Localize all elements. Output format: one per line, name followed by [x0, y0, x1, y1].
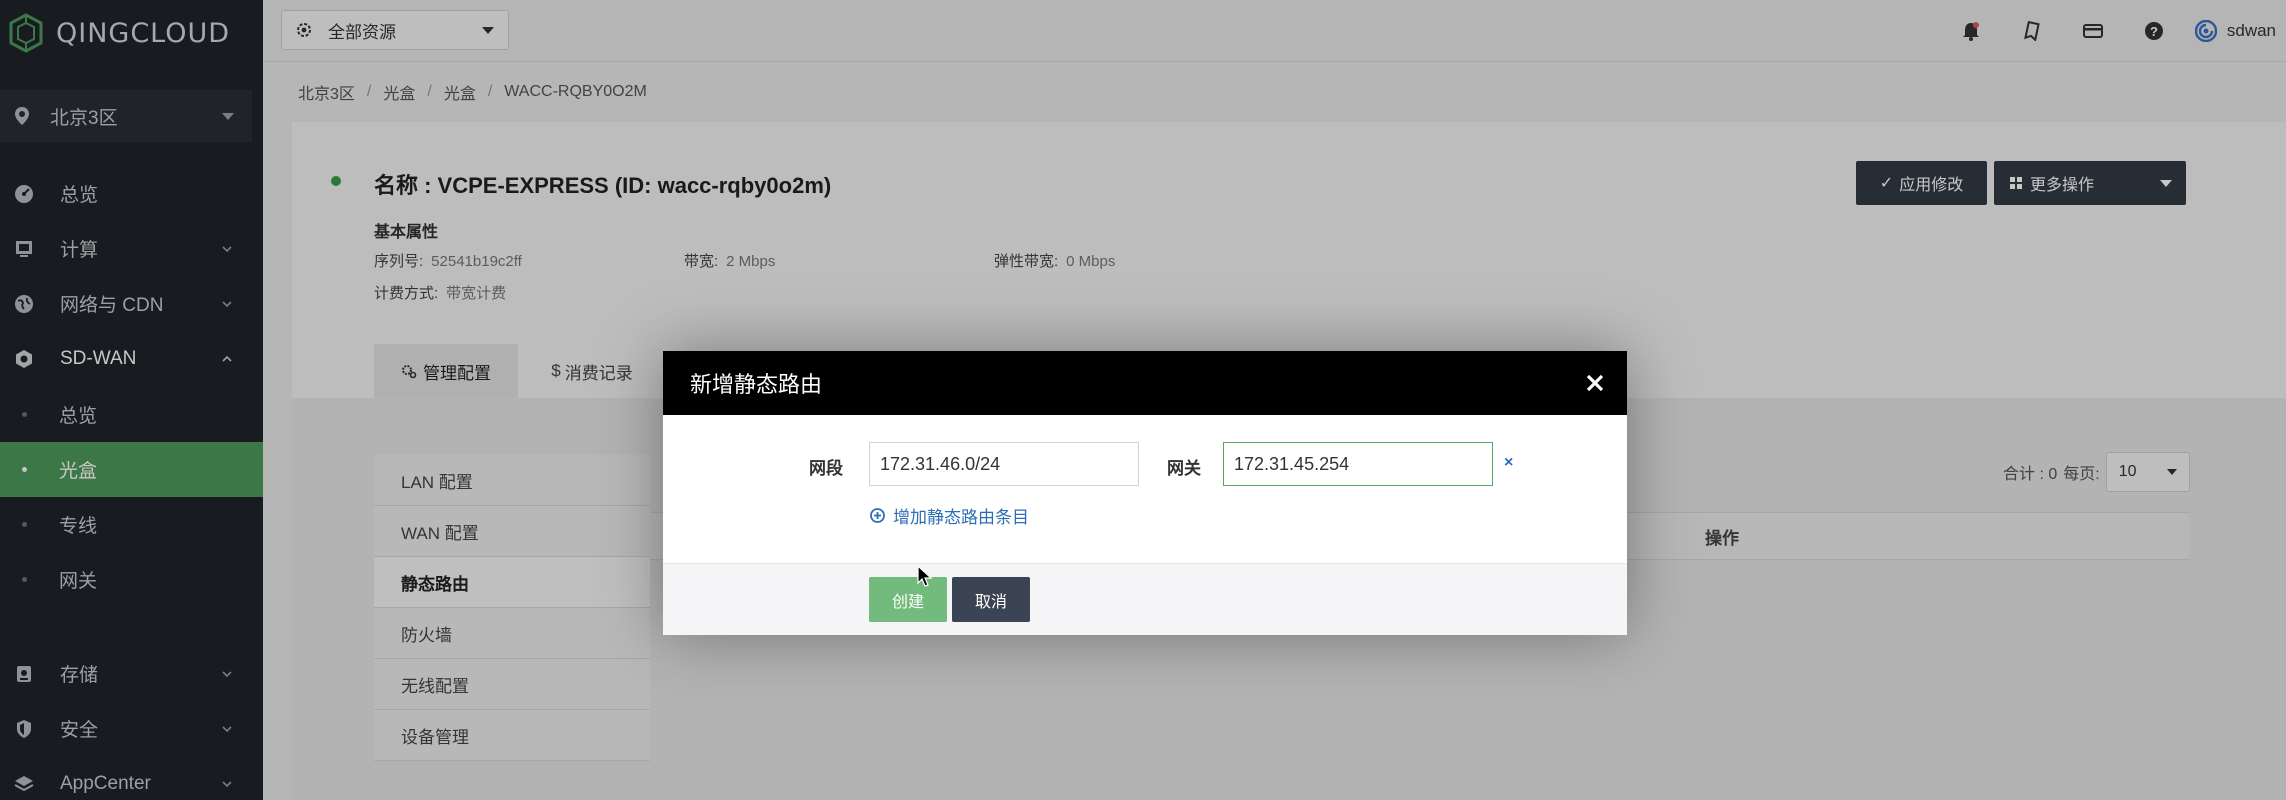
cancel-button[interactable]: 取消 — [952, 577, 1030, 622]
segment-label: 网段 — [809, 459, 843, 478]
dialog-title: 新增静态路由 — [690, 372, 823, 397]
dialog-footer — [663, 563, 1627, 635]
create-button[interactable]: 创建 — [869, 577, 947, 622]
close-icon — [1586, 374, 1604, 392]
gateway-label: 网关 — [1167, 459, 1201, 478]
mouse-cursor-icon — [917, 565, 933, 587]
add-route-entry-label: 增加静态路由条目 — [893, 508, 1029, 527]
segment-input[interactable] — [869, 442, 1139, 486]
close-button[interactable] — [1575, 363, 1615, 403]
plus-circle-icon — [870, 508, 885, 523]
add-static-route-dialog: 新增静态路由 — [663, 351, 1627, 635]
add-route-entry-link[interactable]: 增加静态路由条目 — [870, 503, 1029, 528]
remove-route-entry-button[interactable]: × — [1504, 454, 1513, 472]
gateway-input[interactable] — [1223, 442, 1493, 486]
dialog-header: 新增静态路由 — [663, 351, 1627, 415]
